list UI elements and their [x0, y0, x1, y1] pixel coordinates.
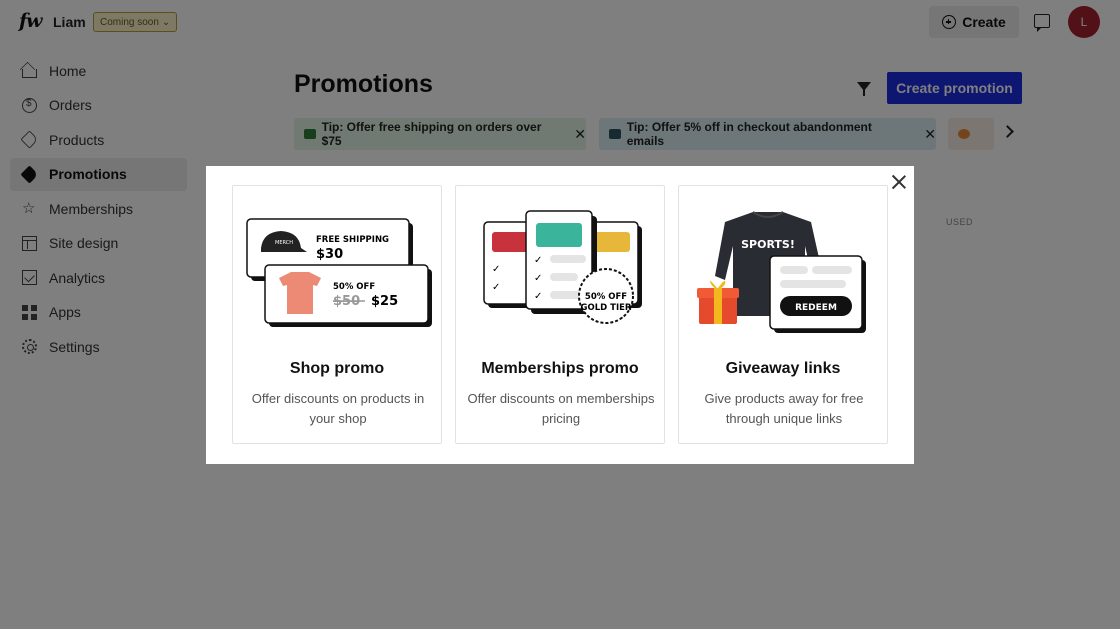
svg-text:✓: ✓	[492, 282, 500, 293]
svg-text:✓: ✓	[534, 291, 542, 302]
svg-text:✓: ✓	[492, 264, 500, 275]
svg-text:✓: ✓	[534, 273, 542, 284]
card-description: Give products away for free through uniq…	[704, 391, 864, 426]
close-icon[interactable]	[892, 175, 906, 189]
svg-text:GOLD TIER: GOLD TIER	[581, 303, 632, 313]
giveaway-links-card[interactable]: SPORTS! REDEEM Giveaway links Give produ…	[678, 185, 888, 444]
svg-text:50% OFF: 50% OFF	[333, 282, 375, 292]
svg-text:SPORTS!: SPORTS!	[741, 238, 795, 251]
shop-promo-illustration: MERCH FREE SHIPPING $30 50% OFF $50 $25	[246, 218, 432, 327]
svg-text:$25: $25	[371, 294, 398, 309]
svg-text:MERCH: MERCH	[275, 240, 293, 246]
promotion-type-modal: MERCH FREE SHIPPING $30 50% OFF $50 $25 …	[206, 166, 914, 464]
memberships-promo-card[interactable]: ✓ ✓ ✓ ✓ ✓ 50% OFF GOLD TIER Memberships …	[455, 185, 665, 444]
giveaway-links-illustration: SPORTS! REDEEM	[697, 211, 866, 333]
card-title: Memberships promo	[481, 360, 639, 377]
svg-text:50% OFF: 50% OFF	[585, 292, 627, 302]
card-description: Offer discounts on memberships pricing	[467, 391, 655, 426]
svg-text:$30: $30	[316, 247, 343, 262]
memberships-promo-illustration: ✓ ✓ ✓ ✓ ✓ 50% OFF GOLD TIER	[483, 210, 642, 324]
svg-text:REDEEM: REDEEM	[795, 303, 837, 313]
svg-text:FREE SHIPPING: FREE SHIPPING	[316, 235, 389, 245]
card-description: Offer discounts on products in your shop	[251, 391, 425, 426]
card-title: Giveaway links	[725, 360, 841, 377]
svg-text:✓: ✓	[534, 255, 542, 266]
card-title: Shop promo	[289, 360, 385, 377]
shop-promo-card[interactable]: MERCH FREE SHIPPING $30 50% OFF $50 $25 …	[232, 185, 442, 444]
